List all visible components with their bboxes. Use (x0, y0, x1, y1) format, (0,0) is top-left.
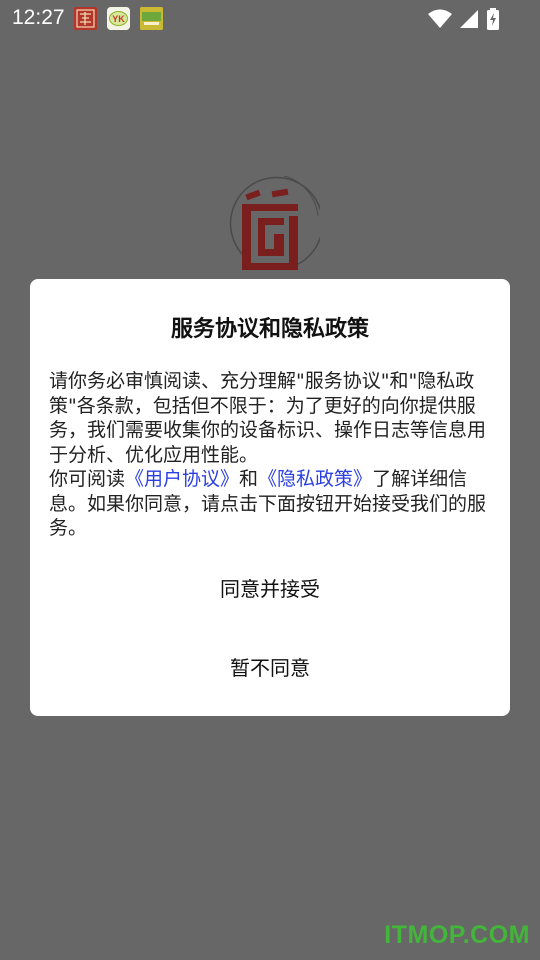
green-app-icon (140, 7, 163, 30)
wifi-icon (428, 9, 452, 33)
privacy-policy-link[interactable]: 《隐私政策》 (258, 468, 372, 490)
dialog-body: 请你务必审慎阅读、充分理解"服务协议"和"隐私政策"各条款，包括但不限于：为了更… (49, 369, 494, 541)
dialog-body-paragraph-1: 请你务必审慎阅读、充分理解"服务协议"和"隐私政策"各条款，包括但不限于：为了更… (49, 370, 487, 466)
status-time: 12:27 (12, 6, 65, 29)
body-text-and: 和 (239, 468, 259, 490)
body-text-prefix: 你可阅读 (49, 468, 126, 490)
signal-icon (458, 9, 480, 33)
calligraphy-app-icon (74, 7, 97, 30)
battery-charging-icon (486, 8, 500, 34)
watermark: ITMOP.COM (384, 921, 530, 949)
user-agreement-link[interactable]: 《用户协议》 (125, 468, 239, 490)
privacy-dialog: 服务协议和隐私政策 请你务必审慎阅读、充分理解"服务协议"和"隐私政策"各条款，… (30, 279, 510, 716)
system-icons (428, 8, 500, 34)
agree-button[interactable]: 同意并接受 (30, 562, 510, 612)
svg-text:YK: YK (112, 14, 125, 24)
decline-button[interactable]: 暂不同意 (30, 641, 510, 691)
status-bar: 12:27 YK (0, 0, 540, 36)
yk-app-icon: YK (107, 7, 130, 30)
dialog-body-paragraph-2: 你可阅读《用户协议》和《隐私政策》了解详细信息。如果你同意，请点击下面按钮开始接… (49, 467, 494, 541)
app-logo (224, 175, 324, 276)
dialog-title: 服务协议和隐私政策 (170, 317, 369, 342)
